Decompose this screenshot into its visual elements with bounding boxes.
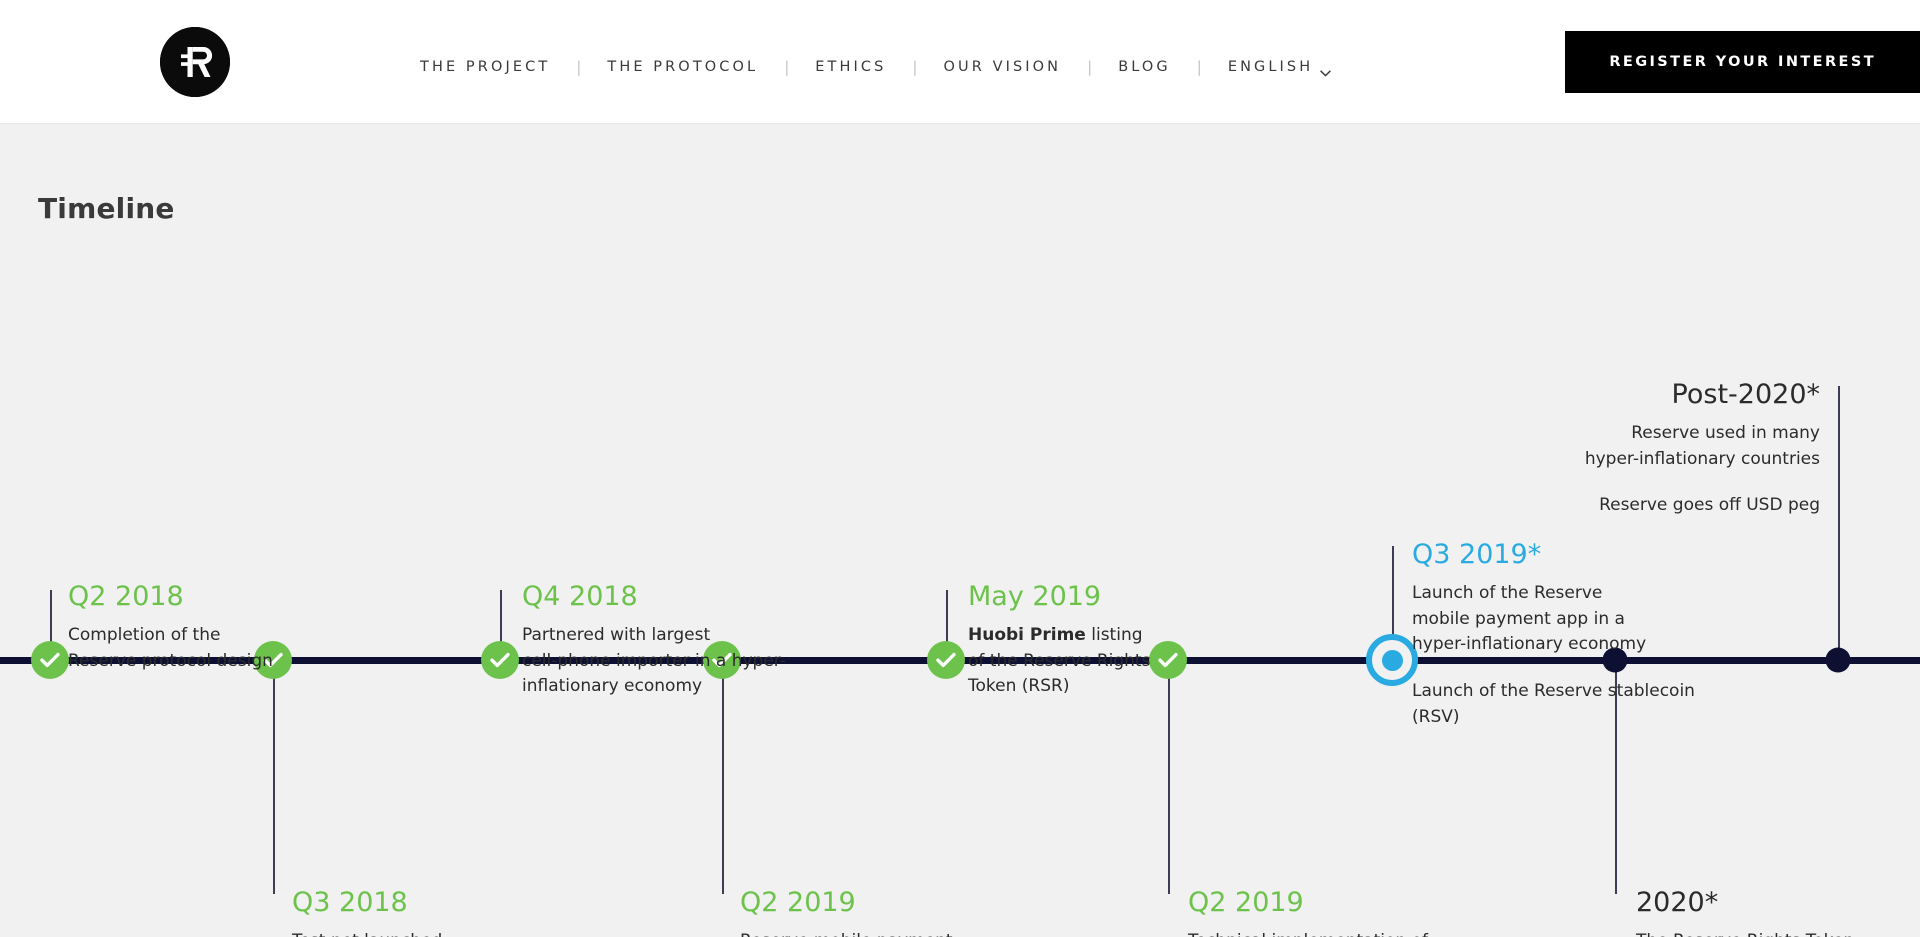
timeline-entry-year: Q2 2019	[740, 887, 856, 918]
timeline-entry-year: Q4 2018	[522, 581, 638, 612]
reserve-logo-icon[interactable]	[160, 27, 230, 97]
future-marker-icon	[1825, 647, 1851, 673]
timeline-entry-year: Q3 2018	[292, 887, 408, 918]
nav-separator: |	[576, 58, 582, 76]
page-title: Timeline	[38, 192, 175, 226]
timeline-entry-description: Reserve used in many hyper-inflationary …	[1584, 422, 1820, 469]
current-marker-dot	[1381, 649, 1403, 671]
timeline-entry-post-2020: Post-2020* Reserve used in many hyper-in…	[1390, 380, 1820, 519]
nav-item-the-protocol[interactable]: THE PROTOCOL	[607, 59, 758, 75]
timeline-entry-q4-2018: Q4 2018 Partnered with largest cell-phon…	[522, 582, 852, 700]
nav-separator: |	[1196, 58, 1202, 76]
site-header: THE PROJECT | THE PROTOCOL | ETHICS | OU…	[0, 0, 1920, 124]
timeline-entry-description: Reserve mobile payment app created	[740, 929, 1070, 937]
nav-item-our-vision[interactable]: OUR VISION	[943, 59, 1061, 75]
timeline-entry-year: Q2 2018	[68, 581, 184, 612]
nav-item-blog[interactable]: BLOG	[1118, 59, 1171, 75]
timeline-entry-q2-2019-rsd: Q2 2019 Technical implementation of Rese…	[1188, 888, 1568, 937]
timeline-node-q2-2018[interactable]	[31, 641, 69, 679]
check-icon	[31, 641, 69, 679]
timeline-section: Timeline Q2 2018 Completion of the Reser…	[0, 124, 1920, 937]
check-icon	[481, 641, 519, 679]
timeline-entry-description: Partnered with largest cell-phone import…	[522, 624, 786, 697]
timeline-node-q3-2019-current[interactable]	[1366, 634, 1418, 686]
timeline-node-q4-2018[interactable]	[481, 641, 519, 679]
nav-item-the-project[interactable]: THE PROJECT	[420, 59, 550, 75]
nav-item-ethics[interactable]: ETHICS	[815, 59, 886, 75]
chevron-down-icon	[1320, 65, 1332, 77]
connector-stem	[273, 664, 275, 894]
check-icon	[927, 641, 965, 679]
nav-separator: |	[784, 58, 790, 76]
timeline-entry-year: Q3 2019*	[1412, 539, 1542, 570]
timeline-entry-description-secondary: Launch of the Reserve stablecoin (RSV)	[1412, 681, 1695, 727]
connector-stem	[1838, 386, 1840, 660]
main-navigation: THE PROJECT | THE PROTOCOL | ETHICS | OU…	[420, 52, 1332, 82]
timeline-entry-description: Completion of the Reserve protocol desig…	[68, 624, 273, 671]
timeline-node-may-2019[interactable]	[927, 641, 965, 679]
timeline-entry-2020: 2020* The Reserve Rights Token takes its…	[1636, 888, 1920, 937]
timeline-entry-q2-2018: Q2 2018 Completion of the Reserve protoc…	[68, 582, 398, 674]
timeline-entry-year: 2020*	[1636, 887, 1719, 918]
register-your-interest-button[interactable]: REGISTER YOUR INTEREST	[1565, 31, 1920, 93]
timeline-entry-q3-2018: Q3 2018 Test net launched	[292, 888, 622, 937]
current-marker-icon	[1366, 634, 1418, 686]
timeline-entry-description: Test net launched	[292, 929, 622, 937]
timeline-entry-description: Huobi Prime listing of the Reserve Right…	[968, 624, 1151, 697]
language-label: ENGLISH	[1227, 59, 1314, 75]
timeline-entry-year: May 2019	[968, 581, 1102, 612]
timeline-node-post-2020[interactable]	[1825, 647, 1851, 673]
language-selector[interactable]: ENGLISH	[1227, 59, 1332, 77]
nav-separator: |	[912, 58, 918, 76]
timeline-entry-description: Technical implementation of Reserve Doll…	[1188, 929, 1568, 937]
timeline-entry-year: Post-2020*	[1671, 379, 1820, 410]
timeline-entry-q2-2019-app: Q2 2019 Reserve mobile payment app creat…	[740, 888, 1070, 937]
nav-separator: |	[1087, 58, 1093, 76]
timeline-entry-description: Launch of the Reserve mobile payment app…	[1412, 582, 1647, 655]
timeline-entry-year: Q2 2019	[1188, 887, 1304, 918]
timeline-entry-may-2019: May 2019 Huobi Prime listing of the Rese…	[968, 582, 1268, 700]
timeline-entry-description-secondary: Reserve goes off USD peg	[1599, 495, 1820, 516]
timeline-entry-description: The Reserve Rights Token takes its place…	[1636, 929, 1920, 937]
timeline-entry-q3-2019: Q3 2019* Launch of the Reserve mobile pa…	[1412, 540, 1742, 731]
